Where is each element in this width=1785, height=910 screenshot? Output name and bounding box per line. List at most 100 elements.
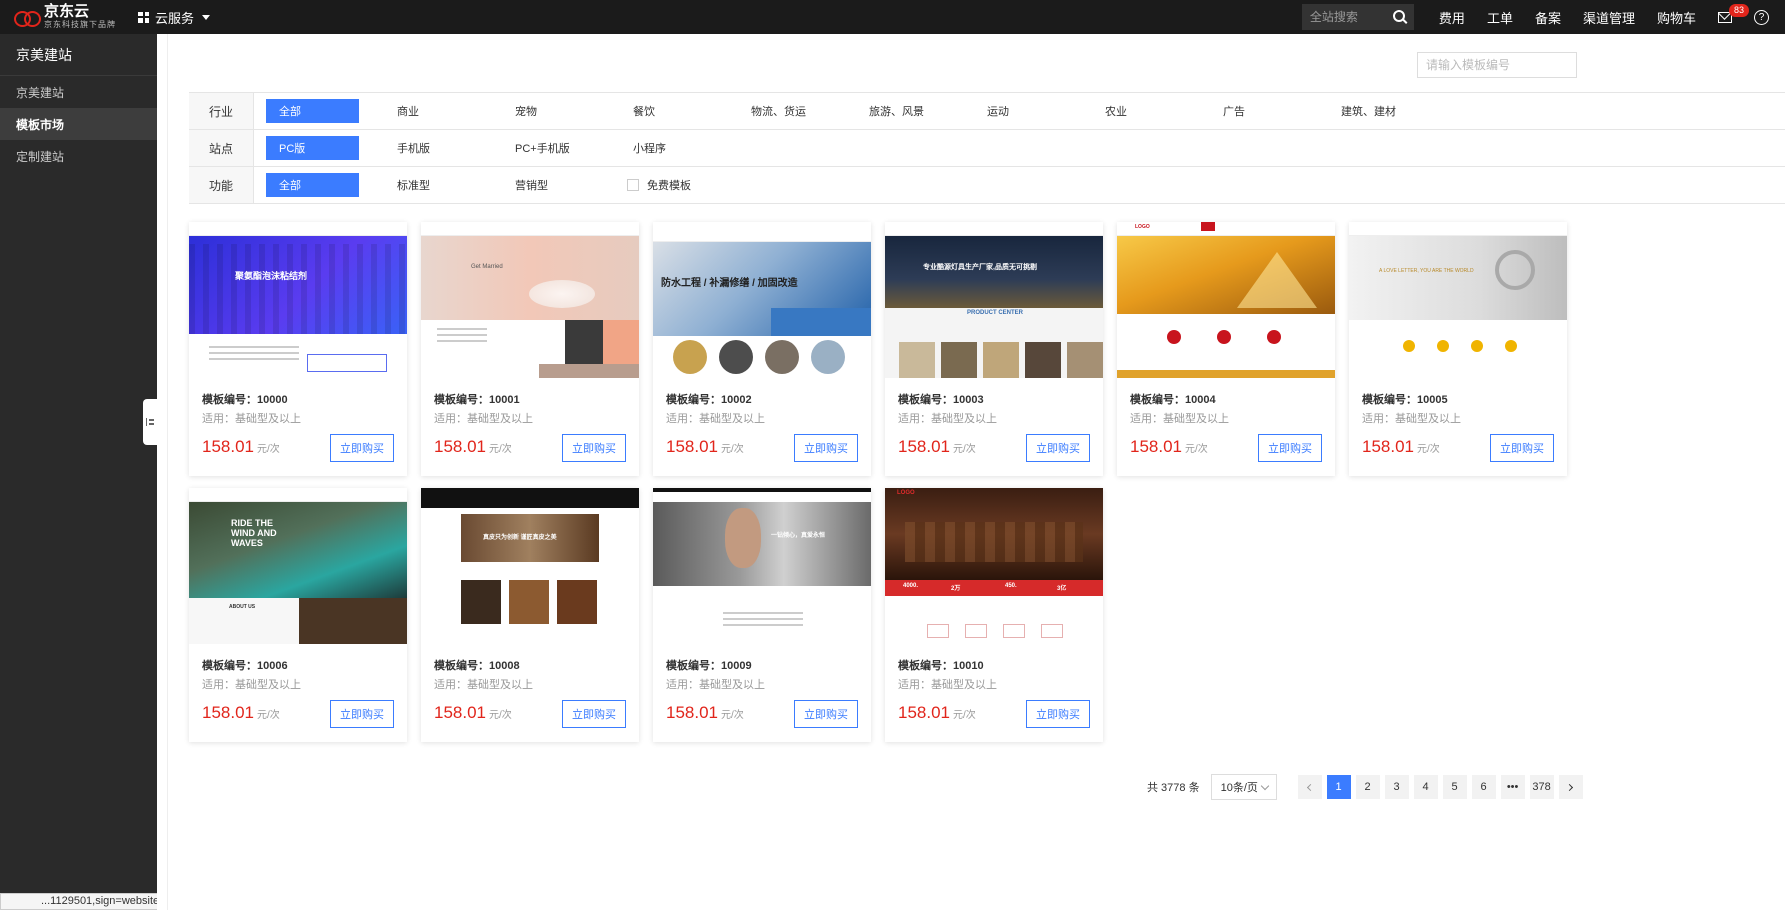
page-button[interactable]: 3	[1384, 775, 1409, 799]
jdcloud-logo[interactable]: 京东云 京东科技旗下品牌	[0, 0, 126, 34]
filter-row-site: 站点 PC版 手机版 PC+手机版 小程序	[189, 130, 1785, 167]
page-button[interactable]: 4	[1413, 775, 1438, 799]
template-thumbnail[interactable]: 专业酷源灯具生产厂家,品质无可挑剔 PRODUCT CENTER	[885, 222, 1103, 378]
filter-option[interactable]: 手机版	[384, 136, 502, 160]
sidebar-item-template-market[interactable]: 模板市场	[0, 108, 157, 140]
logo-text: 京东云	[44, 3, 90, 20]
template-thumbnail[interactable]: A LOVE LETTER, YOU ARE THE WORLD	[1349, 222, 1567, 378]
nav-filing[interactable]: 备案	[1524, 8, 1572, 27]
filter-option[interactable]: 物流、货运	[738, 99, 856, 123]
buy-now-button[interactable]: 立即购买	[562, 434, 626, 462]
filter-option[interactable]: 旅游、风景	[856, 99, 974, 123]
thumbnail-stat: 3亿	[1057, 586, 1067, 592]
buy-now-button[interactable]: 立即购买	[794, 700, 858, 728]
buy-now-button[interactable]: 立即购买	[1026, 700, 1090, 728]
thumbnail-stat: 450.	[1005, 583, 1017, 589]
template-thumbnail[interactable]: 真皮只为创新 谨匠真皮之美	[421, 488, 639, 644]
template-card[interactable]: RIDE THE WIND AND WAVES ABOUT US 模板编号：10…	[189, 488, 407, 742]
sidebar-item-custom-site[interactable]: 定制建站	[0, 140, 157, 172]
buy-now-button[interactable]: 立即购买	[1026, 434, 1090, 462]
page-size-select[interactable]: 10条/页	[1210, 774, 1277, 800]
template-thumbnail[interactable]: Get Married	[421, 222, 639, 378]
template-fit: 适用：基础型及以上	[898, 679, 997, 691]
filter-option[interactable]: 宠物	[502, 99, 620, 123]
sidebar-collapse-button[interactable]	[143, 399, 157, 445]
cloud-service-menu[interactable]: 云服务	[138, 8, 211, 27]
prev-page-button[interactable]	[1297, 775, 1322, 799]
price: 158.01	[666, 703, 718, 722]
filter-option[interactable]: 商业	[384, 99, 502, 123]
template-card[interactable]: A LOVE LETTER, YOU ARE THE WORLD 模板编号：10…	[1349, 222, 1567, 476]
price-unit: 元/次	[257, 710, 280, 721]
filter-option[interactable]: 全部	[266, 173, 359, 197]
template-card[interactable]: LOGO 模板编号：10004 适用：基础型及以上 158.01 元/次 立即购买	[1117, 222, 1335, 476]
buy-now-button[interactable]: 立即购买	[562, 700, 626, 728]
template-card[interactable]: 聚氨酯泡沫粘结剂 模板编号：10000 适用：基础型及以上 158.01 元/次 …	[189, 222, 407, 476]
template-thumbnail[interactable]: 一钻倾心，真爱永恒	[653, 488, 871, 644]
filter-option[interactable]: 建筑、建材	[1328, 99, 1446, 123]
filter-option[interactable]: 广告	[1210, 99, 1328, 123]
nav-channel-management[interactable]: 渠道管理	[1572, 8, 1646, 27]
template-thumbnail[interactable]: RIDE THE WIND AND WAVES ABOUT US	[189, 488, 407, 644]
template-card[interactable]: 一钻倾心，真爱永恒 模板编号：10009 适用：基础型及以上 158.01 元/次…	[653, 488, 871, 742]
price-unit: 元/次	[1417, 444, 1440, 455]
template-card[interactable]: 专业酷源灯具生产厂家,品质无可挑剔 PRODUCT CENTER 模板编号：10…	[885, 222, 1103, 476]
filter-option[interactable]: 营销型	[502, 173, 620, 197]
template-number: 模板编号：10001	[434, 394, 520, 406]
filter-option[interactable]: 餐饮	[620, 99, 738, 123]
free-template-checkbox[interactable]: 免费模板	[620, 173, 738, 197]
template-thumbnail[interactable]: LOGO	[1117, 222, 1335, 378]
nav-cart[interactable]: 购物车	[1646, 8, 1707, 27]
thumbnail-headline: 真皮只为创新 谨匠真皮之美	[483, 535, 557, 541]
filter-option[interactable]: PC+手机版	[502, 136, 620, 160]
page-button[interactable]: 5	[1442, 775, 1467, 799]
filter-option[interactable]: 全部	[266, 99, 359, 123]
buy-now-button[interactable]: 立即购买	[1490, 434, 1554, 462]
template-card[interactable]: 真皮只为创新 谨匠真皮之美 模板编号：10008 适用：基础型及以上 158.0…	[421, 488, 639, 742]
template-number: 模板编号：10010	[898, 660, 984, 672]
page-button[interactable]: 6	[1471, 775, 1496, 799]
filter-option[interactable]: 标准型	[384, 173, 502, 197]
template-thumbnail[interactable]: 防水工程 / 补漏修缮 / 加固改造	[653, 222, 871, 378]
price: 158.01	[666, 437, 718, 456]
template-number-search-input[interactable]	[1417, 52, 1577, 78]
template-thumbnail[interactable]: 聚氨酯泡沫粘结剂	[189, 222, 407, 378]
template-card[interactable]: 防水工程 / 补漏修缮 / 加固改造 模板编号：10002 适用：基础型及以上 …	[653, 222, 871, 476]
buy-now-button[interactable]: 立即购买	[330, 700, 394, 728]
template-fit: 适用：基础型及以上	[666, 413, 765, 425]
template-fit: 适用：基础型及以上	[202, 679, 301, 691]
template-number: 模板编号：10003	[898, 394, 984, 406]
messages-button[interactable]: 83	[1707, 0, 1750, 34]
page-ellipsis[interactable]: •••	[1500, 775, 1525, 799]
filter-option[interactable]: 小程序	[620, 136, 738, 160]
sidebar-item-jingmei-site[interactable]: 京美建站	[0, 76, 157, 108]
price: 158.01	[434, 437, 486, 456]
checkbox-icon	[627, 179, 639, 191]
help-icon[interactable]: ?	[1754, 9, 1769, 25]
template-number: 模板编号：10002	[666, 394, 752, 406]
thumbnail-logo: LOGO	[1135, 224, 1150, 230]
buy-now-button[interactable]: 立即购买	[330, 434, 394, 462]
template-card[interactable]: Get Married 模板编号：10001 适用：基础型及以上 158.01 元…	[421, 222, 639, 476]
filter-option[interactable]: PC版	[266, 136, 359, 160]
price-unit: 元/次	[489, 444, 512, 455]
price: 158.01	[1130, 437, 1182, 456]
template-fit: 适用：基础型及以上	[1130, 413, 1229, 425]
page-button[interactable]: 378	[1529, 775, 1554, 799]
buy-now-button[interactable]: 立即购买	[794, 434, 858, 462]
top-bar: 京东云 京东科技旗下品牌 云服务 费用 工单 备案 渠道管理 购物车 83 ?	[0, 0, 1785, 34]
logo-subtitle: 京东科技旗下品牌	[44, 20, 116, 29]
template-card[interactable]: LOGO 4000. 2万 450. 3亿 模板编号：10010 适用：基础型及…	[885, 488, 1103, 742]
nav-billing[interactable]: 费用	[1428, 8, 1476, 27]
template-number: 模板编号：10000	[202, 394, 288, 406]
next-page-button[interactable]	[1558, 775, 1583, 799]
template-thumbnail[interactable]: LOGO 4000. 2万 450. 3亿	[885, 488, 1103, 644]
global-search-input[interactable]	[1309, 10, 1390, 24]
page-button[interactable]: 1	[1326, 775, 1351, 799]
search-icon[interactable]	[1392, 10, 1405, 22]
filter-option[interactable]: 农业	[1092, 99, 1210, 123]
page-button[interactable]: 2	[1355, 775, 1380, 799]
buy-now-button[interactable]: 立即购买	[1258, 434, 1322, 462]
nav-tickets[interactable]: 工单	[1476, 8, 1524, 27]
filter-option[interactable]: 运动	[974, 99, 1092, 123]
